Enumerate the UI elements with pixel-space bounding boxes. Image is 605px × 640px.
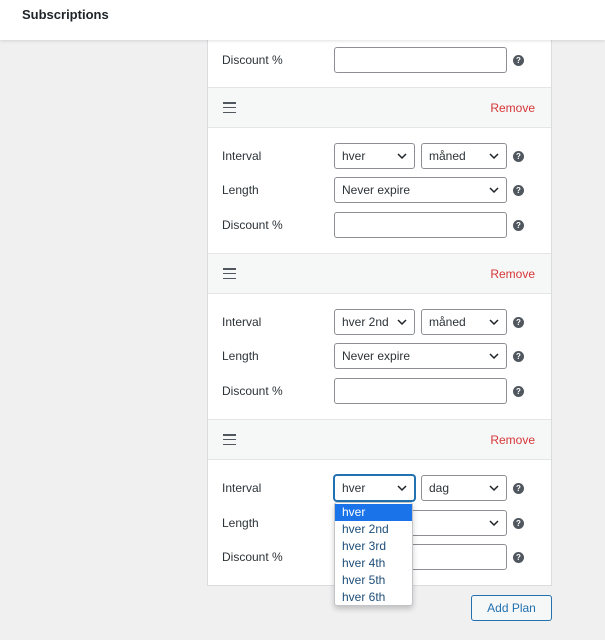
interval-every-value: hver: [342, 481, 366, 495]
chevron-down-icon: [397, 319, 407, 326]
help-icon[interactable]: ?: [513, 552, 524, 563]
plan-header: Remove: [208, 419, 551, 460]
page-title: Subscriptions: [22, 7, 109, 22]
dropdown-option[interactable]: hver 3rd: [335, 538, 412, 555]
drag-handle-icon[interactable]: [223, 102, 236, 114]
help-icon[interactable]: ?: [513, 351, 524, 362]
interval-unit-value: måned: [429, 315, 466, 329]
discount-row: Discount % ?: [208, 43, 551, 77]
help-icon[interactable]: ?: [513, 317, 524, 328]
plan-header: Remove: [208, 253, 551, 294]
dropdown-option[interactable]: hver 6th: [335, 589, 412, 606]
interval-label: Interval: [222, 315, 262, 329]
length-label: Length: [222, 516, 259, 530]
dropdown-option[interactable]: hver 5th: [335, 572, 412, 589]
length-value: Never expire: [342, 349, 411, 363]
length-row: Length Never expire ?: [208, 339, 551, 373]
length-value: Never expire: [342, 183, 411, 197]
interval-unit-value: måned: [429, 149, 466, 163]
discount-input[interactable]: [334, 212, 507, 238]
interval-row: Interval hver 2nd måned ?: [208, 305, 551, 339]
interval-unit-select[interactable]: dag: [421, 475, 507, 501]
chevron-down-icon: [489, 187, 499, 194]
length-row: Length Never expire ?: [208, 173, 551, 207]
help-icon[interactable]: ?: [513, 220, 524, 231]
length-select[interactable]: Never expire: [334, 343, 507, 369]
plan-header: Remove: [208, 87, 551, 128]
discount-label: Discount %: [222, 218, 283, 232]
discount-input[interactable]: [334, 47, 507, 73]
dropdown-option[interactable]: hver 2nd: [335, 521, 412, 538]
interval-every-value: hver 2nd: [342, 315, 389, 329]
drag-handle-icon[interactable]: [223, 434, 236, 446]
interval-dropdown-list: hver hver 2nd hver 3rd hver 4th hver 5th…: [334, 502, 413, 606]
length-select[interactable]: Never expire: [334, 177, 507, 203]
length-label: Length: [222, 183, 259, 197]
interval-every-select[interactable]: hver: [334, 143, 415, 169]
help-icon[interactable]: ?: [513, 55, 524, 66]
discount-label: Discount %: [222, 384, 283, 398]
interval-row: Interval hver måned ?: [208, 139, 551, 173]
help-icon[interactable]: ?: [513, 483, 524, 494]
discount-input[interactable]: [334, 378, 507, 404]
interval-label: Interval: [222, 149, 262, 163]
add-plan-button[interactable]: Add Plan: [471, 595, 552, 621]
discount-label: Discount %: [222, 550, 283, 564]
discount-label: Discount %: [222, 53, 283, 67]
top-bar: Subscriptions: [0, 0, 605, 40]
interval-label: Interval: [222, 481, 262, 495]
discount-row: Discount % ?: [208, 374, 551, 408]
help-icon[interactable]: ?: [513, 518, 524, 529]
interval-row: Interval hver dag ?: [208, 471, 551, 505]
interval-unit-select[interactable]: måned: [421, 143, 507, 169]
interval-every-value: hver: [342, 149, 366, 163]
discount-row: Discount % ?: [208, 208, 551, 242]
interval-unit-select[interactable]: måned: [421, 309, 507, 335]
help-icon[interactable]: ?: [513, 151, 524, 162]
chevron-down-icon: [397, 153, 407, 160]
chevron-down-icon: [489, 319, 499, 326]
interval-every-select[interactable]: hver: [334, 475, 415, 501]
remove-plan-link[interactable]: Remove: [490, 101, 535, 115]
drag-handle-icon[interactable]: [223, 268, 236, 280]
dropdown-option[interactable]: hver 4th: [335, 555, 412, 572]
interval-every-select[interactable]: hver 2nd: [334, 309, 415, 335]
length-label: Length: [222, 349, 259, 363]
chevron-down-icon: [489, 520, 499, 527]
remove-plan-link[interactable]: Remove: [490, 433, 535, 447]
dropdown-option[interactable]: hver: [335, 504, 412, 521]
help-icon[interactable]: ?: [513, 386, 524, 397]
interval-unit-value: dag: [429, 481, 450, 495]
chevron-down-icon: [489, 153, 499, 160]
remove-plan-link[interactable]: Remove: [490, 267, 535, 281]
help-icon[interactable]: ?: [513, 185, 524, 196]
chevron-down-icon: [489, 485, 499, 492]
chevron-down-icon: [397, 485, 407, 492]
chevron-down-icon: [489, 353, 499, 360]
